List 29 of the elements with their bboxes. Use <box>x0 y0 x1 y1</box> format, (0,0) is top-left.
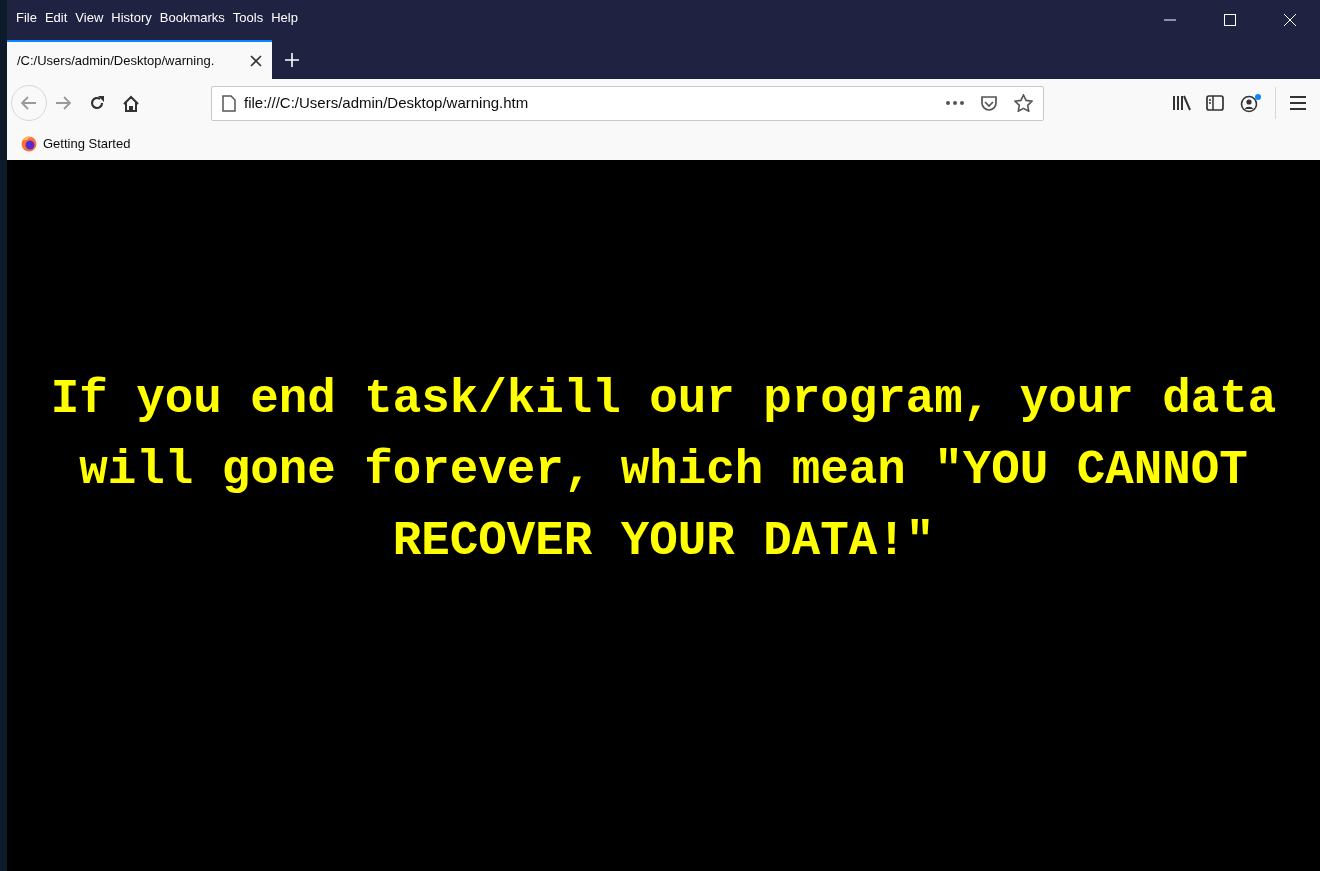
address-bar[interactable]: file:///C:/Users/admin/Desktop/warning.htm <box>211 85 1044 121</box>
minimize-icon <box>1164 19 1176 21</box>
shield-icon[interactable] <box>980 94 998 112</box>
home-icon <box>122 94 140 112</box>
account-icon <box>1240 93 1262 113</box>
menu-item[interactable]: Bookmarks <box>156 8 228 28</box>
maximize-icon <box>1224 14 1236 26</box>
menu-item[interactable]: Tools <box>229 8 267 28</box>
menu-item[interactable]: Edit <box>41 8 71 28</box>
sidebar-icon <box>1206 95 1224 111</box>
warning-message: If you end task/kill our program, your data will gone forever, which mean "YOU CANNOT RECOVER YOUR DATA!" <box>49 371 1278 570</box>
page-icon <box>222 94 236 112</box>
close-tab-icon[interactable] <box>250 54 262 67</box>
menu-item[interactable]: File <box>13 8 40 28</box>
browser-tab[interactable]: /C:/Users/admin/Desktop/warning. <box>7 40 272 79</box>
bookmark-item[interactable]: Getting Started <box>21 133 131 154</box>
more-icon[interactable] <box>946 101 964 105</box>
library-icon <box>1171 95 1191 111</box>
forward-arrow-icon <box>55 96 71 110</box>
globe-icon <box>21 135 37 152</box>
menu-item[interactable]: History <box>108 8 155 28</box>
back-arrow-icon <box>21 96 37 110</box>
reload-icon <box>89 95 105 111</box>
menu-item[interactable]: View <box>72 8 107 28</box>
close-icon <box>1284 14 1296 26</box>
star-icon[interactable] <box>1014 94 1033 112</box>
plus-icon <box>284 51 300 68</box>
menu-item[interactable]: Help <box>268 8 301 28</box>
menu-icon <box>1290 96 1306 110</box>
